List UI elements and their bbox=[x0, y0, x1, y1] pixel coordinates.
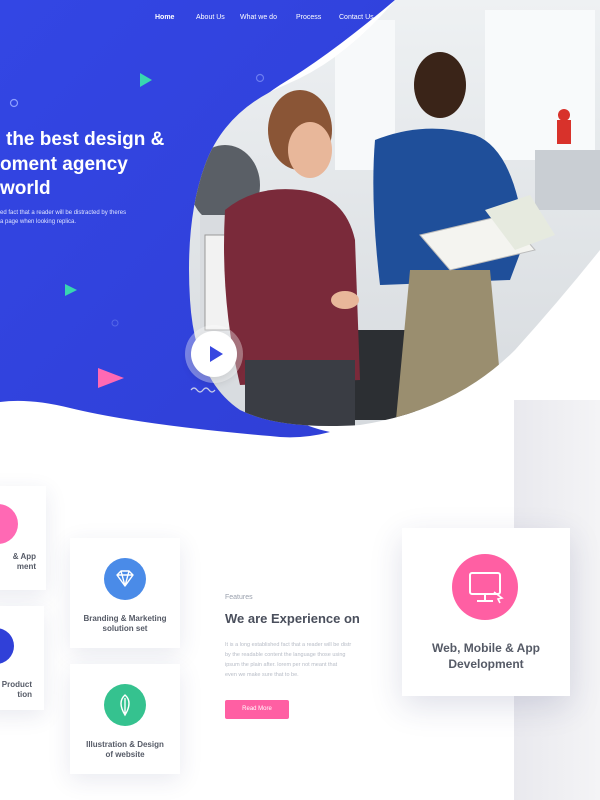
features-description: It is a long established fact that a rea… bbox=[225, 642, 352, 678]
pink-circle-icon bbox=[0, 504, 18, 544]
service-card-web-mobile-app[interactable]: Web, Mobile & App Development bbox=[402, 528, 570, 696]
blue-circle-icon bbox=[0, 628, 14, 664]
service-card-branding-marketing[interactable]: Branding & Marketing solution set bbox=[70, 538, 180, 648]
features-eyebrow: Features bbox=[225, 594, 253, 601]
service-card-illustration-design[interactable]: Illustration & Design of website bbox=[70, 664, 180, 774]
play-icon bbox=[210, 346, 223, 362]
leaf-icon bbox=[104, 684, 146, 726]
hero-subtitle: ed fact that a reader will be distracted… bbox=[0, 210, 127, 225]
features-title: We are Experience on bbox=[225, 611, 360, 626]
service-card-product[interactable]: Product tion bbox=[0, 606, 44, 710]
service-card-app-development[interactable]: & App ment bbox=[0, 486, 46, 590]
wave-decoration bbox=[190, 387, 216, 393]
hero-photo bbox=[185, 0, 600, 430]
monitor-icon bbox=[452, 554, 518, 620]
team-meeting-photo bbox=[189, 0, 600, 426]
diamond-icon bbox=[104, 558, 146, 600]
hero-title: the best design & oment agency world bbox=[0, 129, 165, 199]
read-more-button[interactable]: Read More bbox=[225, 700, 289, 719]
nav-link-home[interactable]: Home bbox=[155, 14, 174, 21]
play-video-button[interactable] bbox=[191, 331, 237, 377]
